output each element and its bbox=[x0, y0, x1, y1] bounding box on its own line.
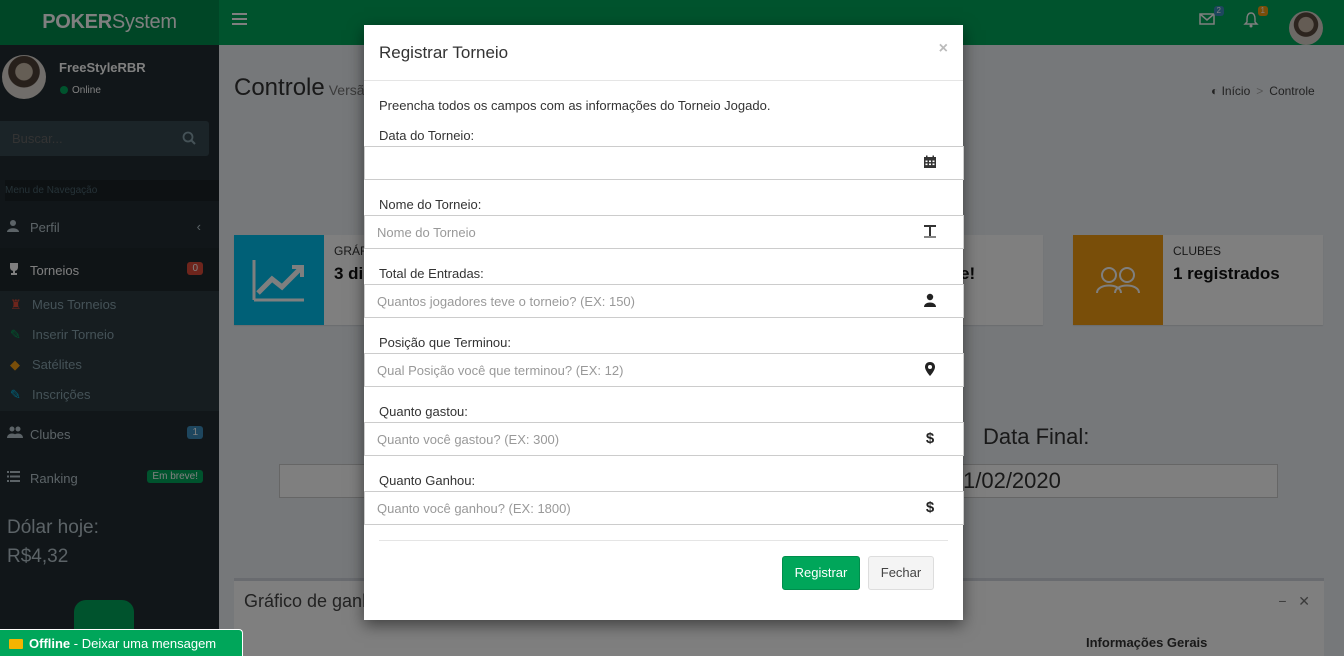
user-icon bbox=[922, 293, 938, 309]
register-button[interactable]: Registrar bbox=[782, 556, 860, 590]
won-field: $ bbox=[364, 491, 964, 525]
text-icon bbox=[922, 224, 938, 240]
position-field bbox=[364, 353, 964, 387]
field-label-posicao: Posição que Terminou: bbox=[379, 335, 512, 350]
entries-field bbox=[364, 284, 964, 318]
field-label-gastou: Quanto gastou: bbox=[379, 404, 468, 419]
tournament-name-input[interactable] bbox=[365, 216, 905, 248]
entries-input[interactable] bbox=[365, 285, 905, 317]
field-label-nome: Nome do Torneio: bbox=[379, 197, 482, 212]
close-icon[interactable]: × bbox=[939, 40, 948, 58]
dollar-icon: $ bbox=[925, 499, 935, 516]
close-button[interactable]: Fechar bbox=[868, 556, 934, 590]
date-input[interactable] bbox=[365, 147, 905, 179]
modal-header: Registrar Torneio × bbox=[364, 25, 963, 81]
field-label-data: Data do Torneio: bbox=[379, 128, 475, 143]
map-marker-icon bbox=[922, 362, 938, 378]
modal-intro: Preencha todos os campos com as informaç… bbox=[379, 98, 771, 113]
position-input[interactable] bbox=[365, 354, 905, 386]
offline-chat-bar[interactable]: Offline - Deixar uma mensagem bbox=[0, 629, 243, 656]
field-label-entradas: Total de Entradas: bbox=[379, 266, 484, 281]
dollar-icon: $ bbox=[925, 430, 935, 447]
field-label-ganhou: Quanto Ganhou: bbox=[379, 473, 476, 488]
calendar-icon[interactable] bbox=[922, 155, 938, 171]
modal-footer-divider bbox=[379, 540, 948, 541]
spent-input[interactable] bbox=[365, 423, 905, 455]
modal-title: Registrar Torneio bbox=[379, 43, 509, 62]
spent-field: $ bbox=[364, 422, 964, 456]
won-input[interactable] bbox=[365, 492, 905, 524]
date-field bbox=[364, 146, 964, 180]
tournament-name-field bbox=[364, 215, 964, 249]
register-tournament-modal: Registrar Torneio × Preencha todos os ca… bbox=[364, 25, 964, 620]
envelope-icon bbox=[9, 639, 23, 649]
